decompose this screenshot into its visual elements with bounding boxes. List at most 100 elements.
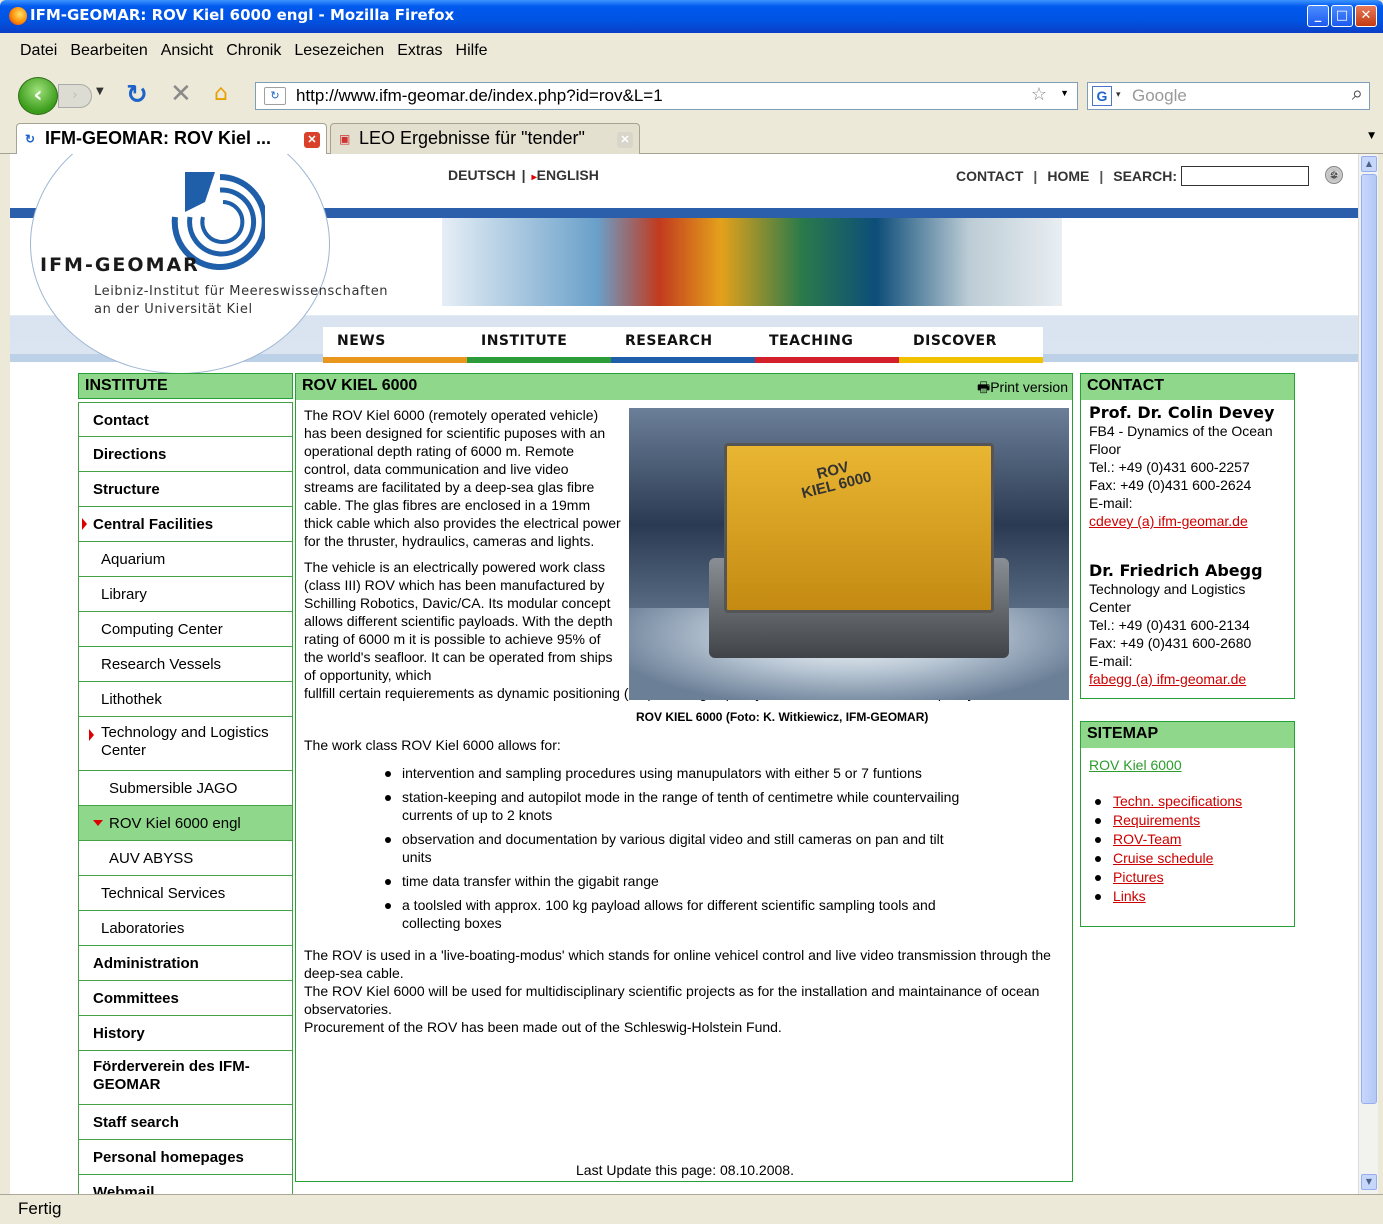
print-label: Print version (990, 379, 1068, 395)
magnifier-icon[interactable]: ⌕ (1352, 83, 1363, 106)
sidebar-item-contact[interactable]: Contact (78, 402, 293, 437)
close-tab-icon[interactable]: ✕ (617, 132, 633, 148)
print-version-link[interactable]: 🖶Print version (977, 377, 1068, 401)
sitemap-link[interactable]: ROV-Team (1113, 831, 1181, 847)
sidebar-item-administration[interactable]: Administration (78, 946, 293, 981)
site-search-input[interactable] (1181, 166, 1310, 186)
expanded-arrow-icon (82, 518, 87, 530)
list-item: intervention and sampling procedures usi… (384, 764, 974, 782)
stop-icon[interactable]: ✕ (170, 79, 192, 109)
list-item: Links (1095, 887, 1286, 906)
list-item: observation and documentation by various… (384, 830, 974, 866)
menu-chronik[interactable]: Chronik (226, 42, 281, 71)
nav-institute[interactable]: INSTITUTE (467, 327, 611, 363)
vertical-scrollbar[interactable]: ▲ ▼ (1358, 154, 1378, 1194)
tab-leo[interactable]: ▣ LEO Ergebnisse für "tender" ✕ (330, 123, 640, 154)
content-heading: ROV KIEL 6000 🖶Print version (296, 374, 1072, 400)
tab-label: IFM-GEOMAR: ROV Kiel ... (45, 128, 272, 148)
sidebar-item-structure[interactable]: Structure (78, 472, 293, 507)
sidebar-item-lithothek[interactable]: Lithothek (78, 682, 293, 717)
minimize-button[interactable]: _ (1307, 5, 1329, 27)
engine-dropdown-icon[interactable]: ▾ (1116, 89, 1121, 100)
scroll-thumb[interactable] (1361, 174, 1377, 1104)
sitemap-link[interactable]: Links (1113, 888, 1146, 904)
sidebar-item-committees[interactable]: Committees (78, 981, 293, 1016)
menu-datei[interactable]: Datei (20, 42, 57, 71)
url-bar[interactable]: ↻ http://www.ifm-geomar.de/index.php?id=… (255, 82, 1078, 110)
search-bar[interactable]: G ▾ Google ⌕ (1087, 82, 1370, 110)
sidebar-item-jago[interactable]: Submersible JAGO (78, 771, 293, 806)
tab-ifm-geomar[interactable]: ↻ IFM-GEOMAR: ROV Kiel ... ✕ (16, 123, 327, 154)
search-go-button[interactable]: GO (1325, 166, 1343, 184)
sidebar-item-library[interactable]: Library (78, 577, 293, 612)
sitemap-link[interactable]: Techn. specifications (1113, 793, 1242, 809)
main-content: ROV KIEL 6000 🖶Print version ROV KIEL 60… (295, 373, 1073, 1182)
sidebar-item-auv-abyss[interactable]: AUV ABYSS (78, 841, 293, 876)
nav-news[interactable]: NEWS (323, 327, 467, 363)
nav-research[interactable]: RESEARCH (611, 327, 755, 363)
sidebar-item-directions[interactable]: Directions (78, 437, 293, 472)
maximize-button[interactable]: □ (1331, 5, 1353, 27)
home-icon[interactable]: ⌂ (214, 81, 240, 107)
sidebar-item-technology-logistics[interactable]: Technology and Logistics Center (78, 717, 293, 771)
sidebar-item-aquarium[interactable]: Aquarium (78, 542, 293, 577)
menu-hilfe[interactable]: Hilfe (456, 42, 488, 71)
sidebar-item-central-facilities[interactable]: Central Facilities (78, 507, 293, 542)
reload-icon[interactable]: ↻ (126, 80, 148, 110)
contact-name: Prof. Dr. Colin Devey (1089, 403, 1275, 422)
sidebar-item-foerderverein[interactable]: Förderverein des IFM-GEOMAR (78, 1051, 293, 1105)
sidebar-item-staff-search[interactable]: Staff search (78, 1105, 293, 1140)
tab-label: LEO Ergebnisse für "tender" (359, 128, 585, 148)
sidebar-item-laboratories[interactable]: Laboratories (78, 911, 293, 946)
list-item: station-keeping and autopilot mode in th… (384, 788, 974, 824)
nav-teaching[interactable]: TEACHING (755, 327, 899, 363)
url-text: http://www.ifm-geomar.de/index.php?id=ro… (296, 86, 663, 105)
window-titlebar: IFM-GEOMAR: ROV Kiel 6000 engl - Mozilla… (0, 0, 1383, 33)
scroll-up-icon[interactable]: ▲ (1361, 156, 1377, 172)
google-engine-icon[interactable]: G (1092, 86, 1112, 106)
lang-english-link[interactable]: ENGLISH (537, 167, 599, 183)
sitemap-link[interactable]: Requirements (1113, 812, 1200, 828)
contact-email-link[interactable]: cdevey (a) ifm-geomar.de (1089, 512, 1286, 530)
sitemap-list: Techn. specifications Requirements ROV-T… (1089, 792, 1286, 906)
menu-bearbeiten[interactable]: Bearbeiten (70, 42, 147, 71)
sidebar-item-rov-kiel[interactable]: ROV Kiel 6000 engl (78, 806, 293, 841)
menu-ansicht[interactable]: Ansicht (161, 42, 213, 71)
sidebar-heading: INSTITUTE (78, 373, 293, 399)
top-home-link[interactable]: HOME (1047, 168, 1089, 184)
back-button[interactable]: ‹ (18, 77, 58, 115)
capability-list: intervention and sampling procedures usi… (384, 764, 974, 932)
sitemap-top-link[interactable]: ROV Kiel 6000 (1089, 756, 1286, 774)
sidebar-item-computing-center[interactable]: Computing Center (78, 612, 293, 647)
sitemap-link[interactable]: Pictures (1113, 869, 1164, 885)
close-tab-icon[interactable]: ✕ (304, 132, 320, 148)
status-bar: Fertig (0, 1194, 1383, 1224)
close-window-button[interactable]: ✕ (1355, 5, 1377, 27)
top-contact-link[interactable]: CONTACT (956, 168, 1023, 184)
tab-list-icon[interactable]: ▼ (1368, 131, 1375, 141)
scroll-down-icon[interactable]: ▼ (1361, 1174, 1377, 1190)
bookmark-star-icon[interactable]: ☆ (1031, 84, 1047, 105)
sidebar-item-history[interactable]: History (78, 1016, 293, 1051)
history-dropdown-icon[interactable]: ▼ (96, 86, 104, 97)
lang-deutsch-link[interactable]: DEUTSCH (448, 167, 516, 183)
nav-discover[interactable]: DISCOVER (899, 327, 1043, 363)
last-update: Last Update this page: 08.10.2008. (576, 1162, 794, 1178)
sidebar-item-personal-homepages[interactable]: Personal homepages (78, 1140, 293, 1175)
contact-email-label: E-mail: (1089, 653, 1133, 669)
sitemap-link[interactable]: Cruise schedule (1113, 850, 1213, 866)
contact-tel: Tel.: +49 (0)431 600-2257 (1089, 459, 1250, 475)
sidebar-item-technical-services[interactable]: Technical Services (78, 876, 293, 911)
site-identity-icon[interactable]: ↻ (264, 87, 286, 105)
menu-extras[interactable]: Extras (397, 42, 442, 71)
sidebar-item-webmail[interactable]: Webmail (78, 1175, 293, 1194)
url-dropdown-icon[interactable]: ▼ (1060, 88, 1069, 98)
language-switch: DEUTSCH | ▸ENGLISH (448, 167, 599, 183)
menu-lesezeichen[interactable]: Lesezeichen (294, 42, 384, 71)
sidebar-item-research-vessels[interactable]: Research Vessels (78, 647, 293, 682)
paragraph-5: Procurement of the ROV has been made out… (304, 1019, 782, 1035)
forward-button[interactable]: › (58, 84, 92, 108)
left-sidebar: INSTITUTE Contact Directions Structure C… (78, 373, 293, 1194)
paragraph-2a: The vehicle is an electrically powered w… (304, 559, 613, 683)
contact-email-link[interactable]: fabegg (a) ifm-geomar.de (1089, 670, 1286, 688)
